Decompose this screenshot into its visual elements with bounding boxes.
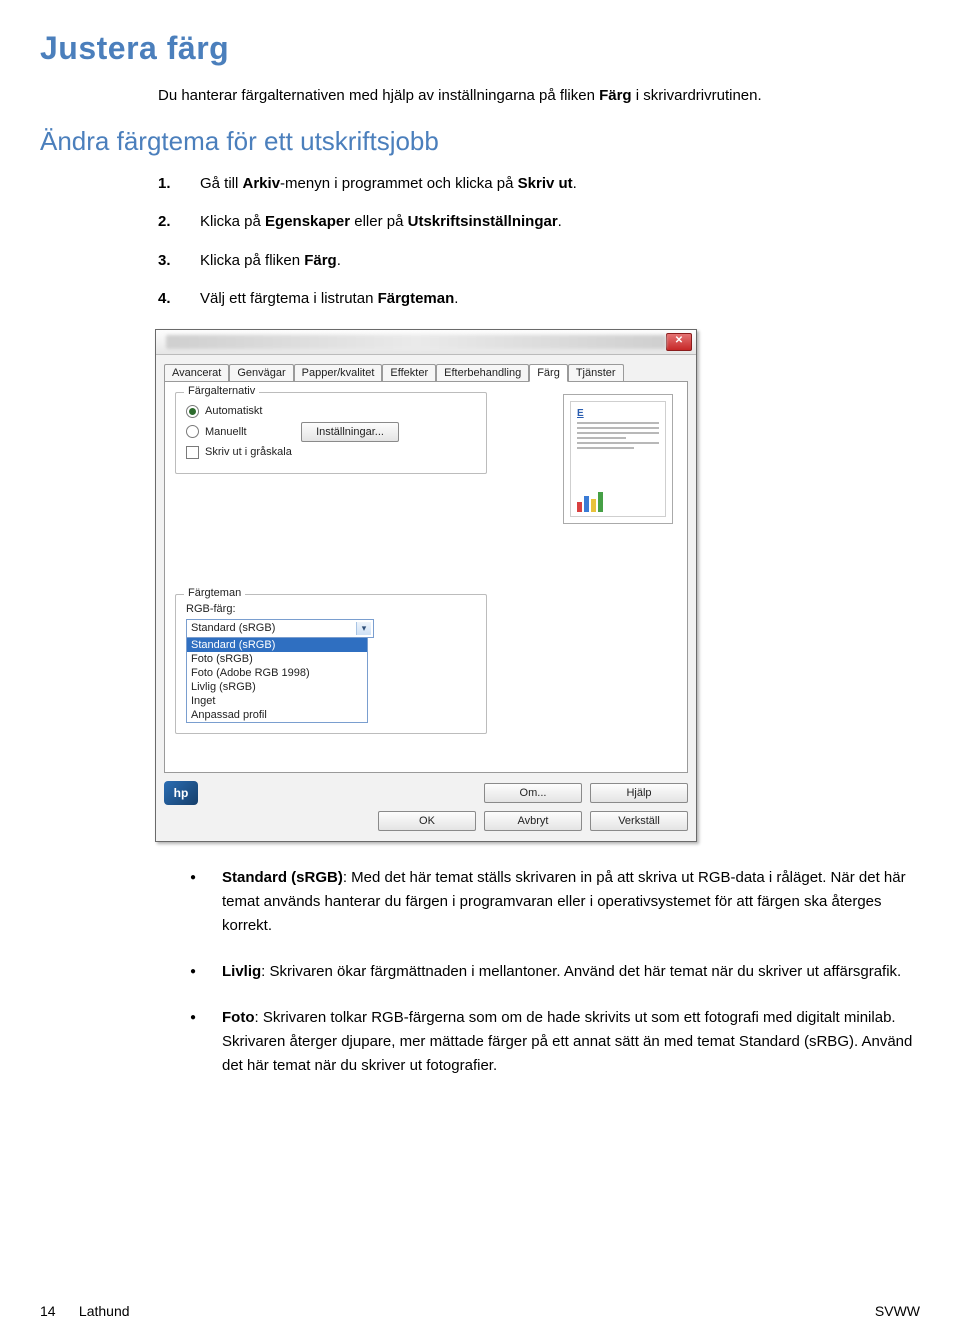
t: Välj ett färgtema i listrutan <box>200 290 378 307</box>
hjalp-button[interactable]: Hjälp <box>590 783 688 803</box>
page-preview: E <box>563 394 673 524</box>
tab-tjanster[interactable]: Tjänster <box>568 364 624 382</box>
option-standard-srgb[interactable]: Standard (sRGB) <box>187 638 367 652</box>
t: Arkiv <box>243 175 281 192</box>
tab-body-farg: Färgalternativ Automatiskt Manuellt Inst… <box>164 381 688 773</box>
page-number: 14 <box>40 1303 56 1319</box>
ordered-steps: 1. Gå till Arkiv-menyn i programmet och … <box>40 173 920 311</box>
tab-farg[interactable]: Färg <box>529 364 568 382</box>
verkstall-button[interactable]: Verkställ <box>590 811 688 831</box>
preview-line <box>577 432 659 434</box>
step-number: 3. <box>158 250 200 273</box>
bullet-standard: Standard (sRGB): Med det här temat ställ… <box>190 866 920 938</box>
t: -menyn i programmet och klicka på <box>280 175 518 192</box>
bullet-text: : Skrivaren ökar färgmättnaden i mellant… <box>261 963 901 980</box>
preview-line <box>577 437 626 439</box>
t: . <box>454 290 458 307</box>
intro-bold: Färg <box>599 87 632 104</box>
step-number: 1. <box>158 173 200 196</box>
dialog-tabs: Avancerat Genvägar Papper/kvalitet Effek… <box>164 363 688 381</box>
group-title: Färgteman <box>184 587 245 599</box>
hp-logo-icon: hp <box>164 781 198 805</box>
bullet-livlig: Livlig: Skrivaren ökar färgmättnaden i m… <box>190 960 920 984</box>
radio-label: Manuellt <box>205 426 295 438</box>
preview-e-icon: E <box>577 408 659 419</box>
group-fargalternativ: Färgalternativ Automatiskt Manuellt Inst… <box>175 392 487 474</box>
intro-pre: Du hanterar färgalternativen med hjälp a… <box>158 87 599 104</box>
tab-effekter[interactable]: Effekter <box>382 364 436 382</box>
t: . <box>337 252 341 269</box>
t: . <box>573 175 577 192</box>
intro-post: i skrivardrivrutinen. <box>632 87 762 104</box>
theme-descriptions: Standard (sRGB): Med det här temat ställ… <box>190 866 920 1078</box>
print-properties-dialog: ✕ Avancerat Genvägar Papper/kvalitet Eff… <box>155 329 697 842</box>
ok-button[interactable]: OK <box>378 811 476 831</box>
rgb-color-options[interactable]: Standard (sRGB) Foto (sRGB) Foto (Adobe … <box>186 637 368 723</box>
footer-right: SVWW <box>875 1303 920 1319</box>
footer-section: Lathund <box>79 1303 130 1319</box>
checkbox-label: Skriv ut i gråskala <box>205 446 292 458</box>
bullet-bold: Foto <box>222 1009 254 1026</box>
tab-efterbehandling[interactable]: Efterbehandling <box>436 364 529 382</box>
t: Klicka på <box>200 213 265 230</box>
avbryt-button[interactable]: Avbryt <box>484 811 582 831</box>
t: Klicka på fliken <box>200 252 304 269</box>
t: . <box>558 213 562 230</box>
radio-manuellt[interactable] <box>186 425 199 438</box>
bullet-bold: Standard (sRGB) <box>222 869 343 886</box>
dialog-titlebar: ✕ <box>156 330 696 355</box>
option-anpassad[interactable]: Anpassad profil <box>187 708 367 722</box>
tab-papper-kvalitet[interactable]: Papper/kvalitet <box>294 364 383 382</box>
om-button[interactable]: Om... <box>484 783 582 803</box>
group-fargteman: Färgteman RGB-färg: Standard (sRGB) ▾ St… <box>175 594 487 734</box>
t: Gå till <box>200 175 243 192</box>
step-number: 4. <box>158 288 200 311</box>
tab-avancerat[interactable]: Avancerat <box>164 364 229 382</box>
t: eller på <box>350 213 408 230</box>
t: Egenskaper <box>265 213 350 230</box>
step-4: 4. Välj ett färgtema i listrutan Färgtem… <box>158 288 920 311</box>
group-title: Färgalternativ <box>184 385 259 397</box>
step-3: 3. Klicka på fliken Färg. <box>158 250 920 273</box>
t: Utskriftsinställningar <box>408 213 558 230</box>
combo-value: Standard (sRGB) <box>191 622 275 634</box>
page-footer: 14 Lathund SVWW <box>0 1303 960 1319</box>
preview-line <box>577 447 634 449</box>
checkbox-graskala[interactable] <box>186 446 199 459</box>
preview-line <box>577 442 659 444</box>
preview-line <box>577 427 659 429</box>
rgb-color-combo[interactable]: Standard (sRGB) ▾ <box>186 619 374 638</box>
bullet-text: : Skrivaren tolkar RGB-färgerna som om d… <box>222 1009 912 1074</box>
bullet-foto: Foto: Skrivaren tolkar RGB-färgerna som … <box>190 1006 920 1078</box>
step-1: 1. Gå till Arkiv-menyn i programmet och … <box>158 173 920 196</box>
preview-line <box>577 422 659 424</box>
radio-automatiskt[interactable] <box>186 405 199 418</box>
option-inget[interactable]: Inget <box>187 694 367 708</box>
radio-label: Automatiskt <box>205 405 262 417</box>
t: Skriv ut <box>518 175 573 192</box>
tab-genvagar[interactable]: Genvägar <box>229 364 293 382</box>
step-2: 2. Klicka på Egenskaper eller på Utskrif… <box>158 211 920 234</box>
close-icon[interactable]: ✕ <box>666 333 692 351</box>
chevron-down-icon: ▾ <box>356 622 371 635</box>
heading-andra-fargtema: Ändra färgtema för ett utskriftsjobb <box>40 126 920 157</box>
dialog-title-blurred <box>166 335 666 349</box>
installningar-button[interactable]: Inställningar... <box>301 422 399 442</box>
intro-paragraph: Du hanterar färgalternativen med hjälp a… <box>40 85 920 108</box>
heading-justera-farg: Justera färg <box>40 30 920 67</box>
option-foto-adobe[interactable]: Foto (Adobe RGB 1998) <box>187 666 367 680</box>
rgb-label: RGB-färg: <box>186 603 476 615</box>
t: Färg <box>304 252 337 269</box>
option-foto-srgb[interactable]: Foto (sRGB) <box>187 652 367 666</box>
bullet-bold: Livlig <box>222 963 261 980</box>
preview-chart-icon <box>577 490 659 512</box>
step-number: 2. <box>158 211 200 234</box>
t: Färgteman <box>378 290 455 307</box>
option-livlig-srgb[interactable]: Livlig (sRGB) <box>187 680 367 694</box>
